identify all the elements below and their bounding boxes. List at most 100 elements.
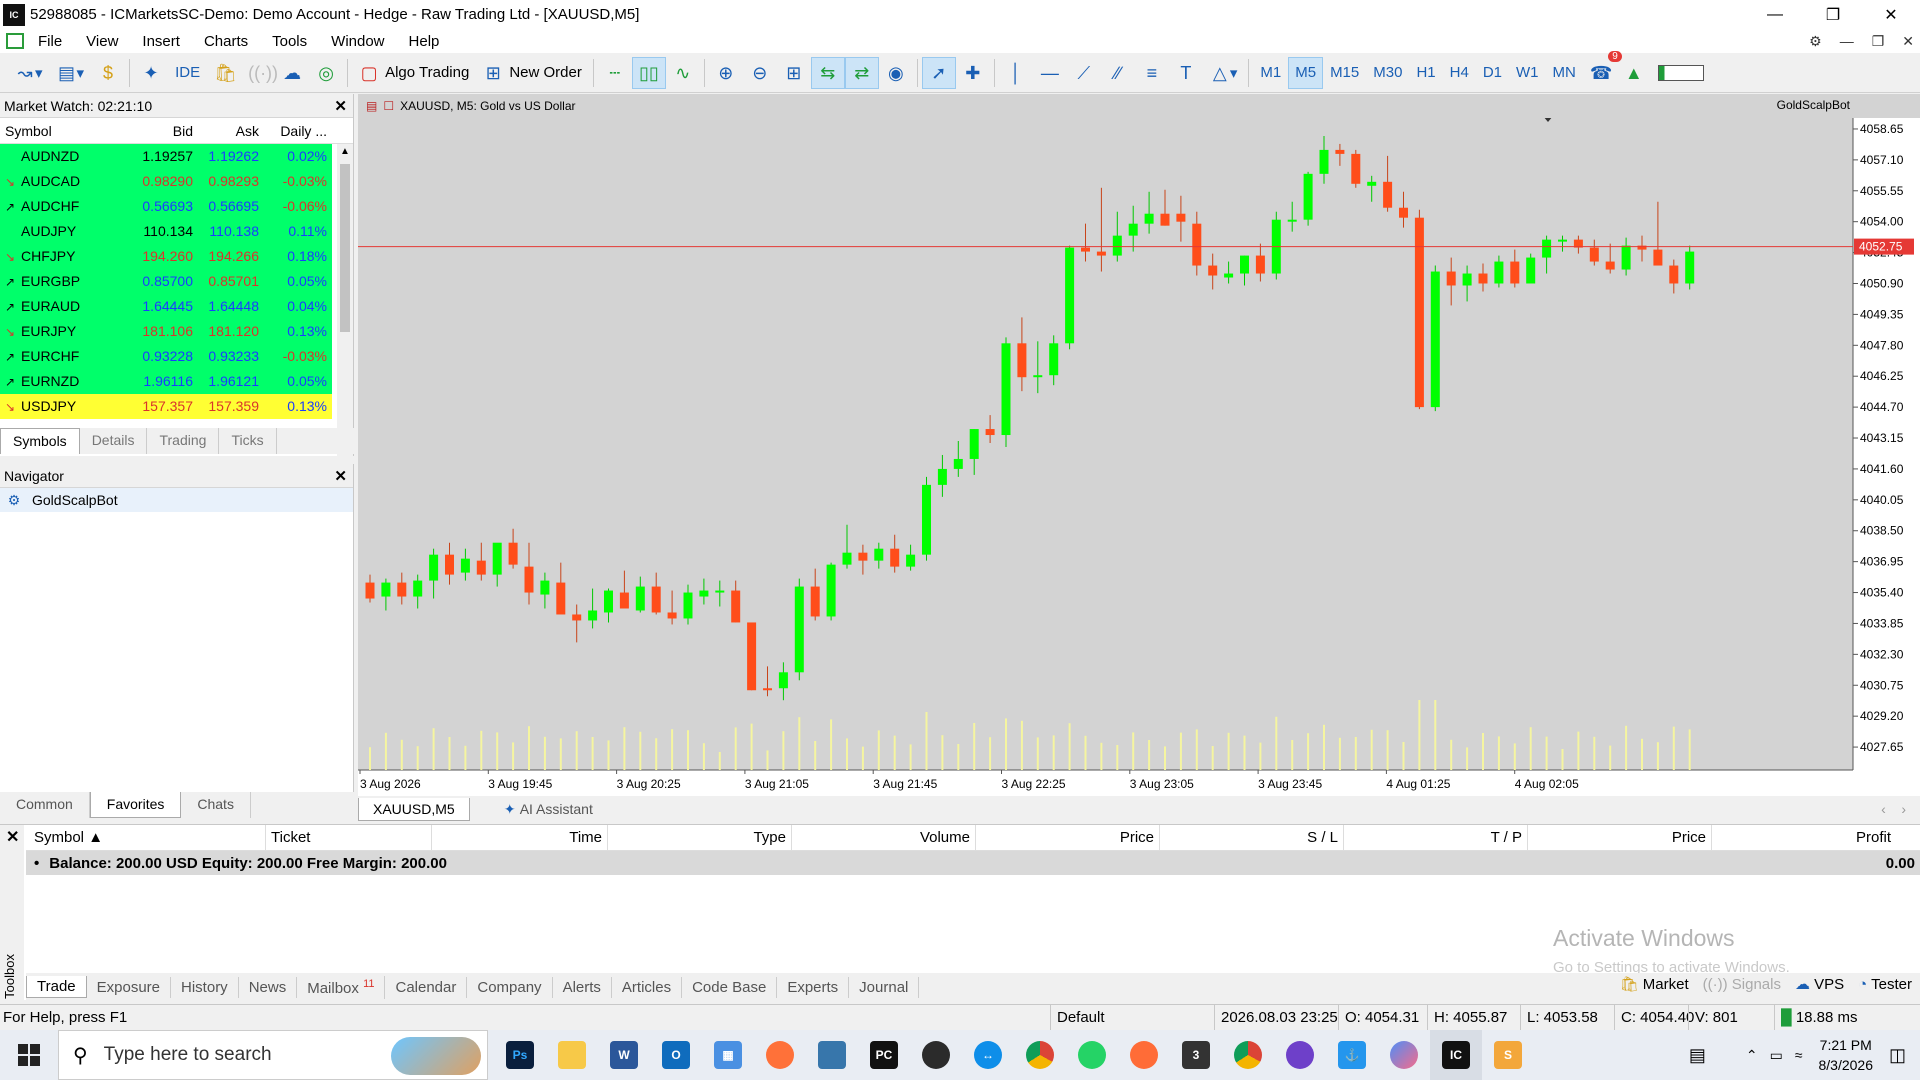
cloud-button[interactable]: ☁ [275,57,309,89]
pin-icon[interactable]: ⚙ [1809,33,1822,50]
chart-window[interactable]: 4058.654057.104055.554054.004052.454050.… [358,94,1920,796]
column-ask[interactable]: Ask [198,123,264,139]
tab-articles[interactable]: Articles [612,976,683,998]
zoom-out-button[interactable]: ⊖ [743,57,777,89]
zoom-in-button[interactable]: ⊕ [709,57,743,89]
market-watch-row[interactable]: ↗ EURNZD 1.96116 1.96121 0.05% [0,369,353,394]
postman-icon[interactable] [1118,1030,1170,1080]
signals-link[interactable]: ((·)) Signals [1703,976,1781,993]
vertical-line-button[interactable]: │ [999,57,1033,89]
file-explorer-icon[interactable] [546,1030,598,1080]
notifications-button[interactable]: ☎ 9 [1583,50,1622,89]
timeframe-h4[interactable]: H4 [1443,57,1476,89]
cursor-button[interactable]: ➚ [921,56,956,89]
market-watch-row[interactable]: AUDNZD 1.19257 1.19262 0.02% [0,144,353,169]
column-type[interactable]: Type [608,825,792,851]
close-button[interactable]: ✕ [1862,0,1920,29]
timeframe-mn[interactable]: MN [1546,57,1583,89]
column-symbol[interactable]: Symbol [0,123,132,139]
store-icon[interactable]: ▦ [702,1030,754,1080]
line-button[interactable]: ∿ [666,57,700,89]
chart-tab-xauusd[interactable]: XAUUSD,M5 [358,797,470,821]
signals-button[interactable]: ✦ [134,57,168,89]
column-ticket[interactable]: Ticket [266,825,432,851]
market-button[interactable]: $ [91,57,125,89]
ai-assistant-tab[interactable]: ✦ AI Assistant [470,800,593,818]
timeframe-d1[interactable]: D1 [1476,57,1509,89]
templates-button[interactable]: ▤ ▾ [50,57,92,89]
start-button[interactable] [0,1030,58,1080]
wifi-icon[interactable]: ≈ [1795,1047,1803,1063]
market-watch-row[interactable]: ↗ EURGBP 0.85700 0.85701 0.05% [0,269,353,294]
bar-chart-button[interactable]: ┄ [598,57,632,89]
tab-company[interactable]: Company [467,976,553,998]
shapes-button[interactable]: △ ▾ [1203,57,1245,89]
crosshair-button[interactable]: ✚ [956,57,990,89]
tab-symbols[interactable]: Symbols [0,428,80,454]
text-button[interactable]: T [1169,57,1203,89]
autoscroll-button[interactable]: ⇆ [810,56,845,89]
scroll-up-icon[interactable]: ▲ [340,146,350,157]
word-icon[interactable]: W [598,1030,650,1080]
timeframe-m15[interactable]: M15 [1323,57,1366,89]
tab-experts[interactable]: Experts [777,976,850,998]
status-profile[interactable]: Default [1050,1005,1220,1031]
market-watch-scrollbar[interactable]: ▲ ▼ [337,144,353,456]
chart-type-menu-button[interactable]: ↝ ▾ [8,57,50,89]
tab-common[interactable]: Common [0,792,90,818]
news-widget-icon[interactable]: ▤ [1689,1045,1706,1066]
scroll-thumb[interactable] [340,164,350,332]
tab-mailbox[interactable]: Mailbox 11 [297,975,386,999]
timeframe-m5[interactable]: M5 [1288,56,1324,89]
menu-help[interactable]: Help [399,33,454,50]
column-tp[interactable]: T / P [1344,825,1528,851]
timeframe-h1[interactable]: H1 [1409,57,1442,89]
tab-chats[interactable]: Chats [181,792,251,818]
menu-window[interactable]: Window [321,33,398,50]
fibo-button[interactable]: ≡ [1135,57,1169,89]
close-icon[interactable]: ✕ [334,467,347,485]
column-volume[interactable]: Volume [792,825,976,851]
notification-center-icon[interactable]: ◫ [1889,1045,1906,1066]
column-profit[interactable]: Profit [1712,825,1896,851]
tab-trading[interactable]: Trading [147,428,220,454]
market-watch-row[interactable]: AUDJPY 110.134 110.138 0.11% [0,219,353,244]
vps-button[interactable]: ◎ [309,57,343,89]
price-chart[interactable]: 4058.654057.104055.554054.004052.454050.… [358,94,1920,796]
navigator-item-goldscalpbot[interactable]: ⚙ GoldScalpBot [0,488,353,512]
column-current-price[interactable]: Price [1528,825,1712,851]
market-watch-row[interactable]: ↘ AUDCAD 0.98290 0.98293 -0.03% [0,169,353,194]
trendline-button[interactable]: ⟋ [1067,57,1101,89]
screenshot-button[interactable]: ◉ [879,57,913,89]
chrome-icon[interactable] [1014,1030,1066,1080]
market-watch-row[interactable]: ↘ EURJPY 181.106 181.120 0.13% [0,319,353,344]
menu-app-icon[interactable] [6,33,24,49]
candlestick-button[interactable]: ▯▯ [631,56,666,89]
mt5-app-icon[interactable]: 3 [1170,1030,1222,1080]
tab-details[interactable]: Details [80,428,148,454]
teamviewer-icon[interactable]: ↔ [962,1030,1014,1080]
mdi-close-button[interactable]: ✕ [1902,33,1914,50]
firefox-icon[interactable] [754,1030,806,1080]
menu-file[interactable]: File [32,33,76,50]
chart-menu-icon[interactable]: ▤ [366,99,377,113]
battery-tray-icon[interactable]: ▭ [1770,1047,1783,1064]
market-watch-row[interactable]: ↘ USDJPY 157.357 157.359 0.13% [0,394,353,419]
mdi-minimize-button[interactable]: — [1840,33,1854,49]
python-icon[interactable] [806,1030,858,1080]
tester-link[interactable]: ◔ Tester [1858,976,1912,993]
column-daily[interactable]: Daily ... [264,123,332,139]
column-price[interactable]: Price [976,825,1160,851]
tab-code-base[interactable]: Code Base [682,976,778,998]
timeframe-m1[interactable]: M1 [1253,57,1288,89]
chevron-up-icon[interactable]: ⌃ [1746,1047,1758,1064]
market-watch-row[interactable]: ↘ CHFJPY 194.260 194.266 0.18% [0,244,353,269]
menu-charts[interactable]: Charts [194,33,262,50]
browser-icon[interactable] [1378,1030,1430,1080]
column-sl[interactable]: S / L [1160,825,1344,851]
timeframe-w1[interactable]: W1 [1509,57,1546,89]
vps-link[interactable]: ☁ VPS [1795,975,1844,993]
chrome-profile-icon[interactable] [1222,1030,1274,1080]
tab-history[interactable]: History [171,976,239,998]
timeframe-m30[interactable]: M30 [1366,57,1409,89]
